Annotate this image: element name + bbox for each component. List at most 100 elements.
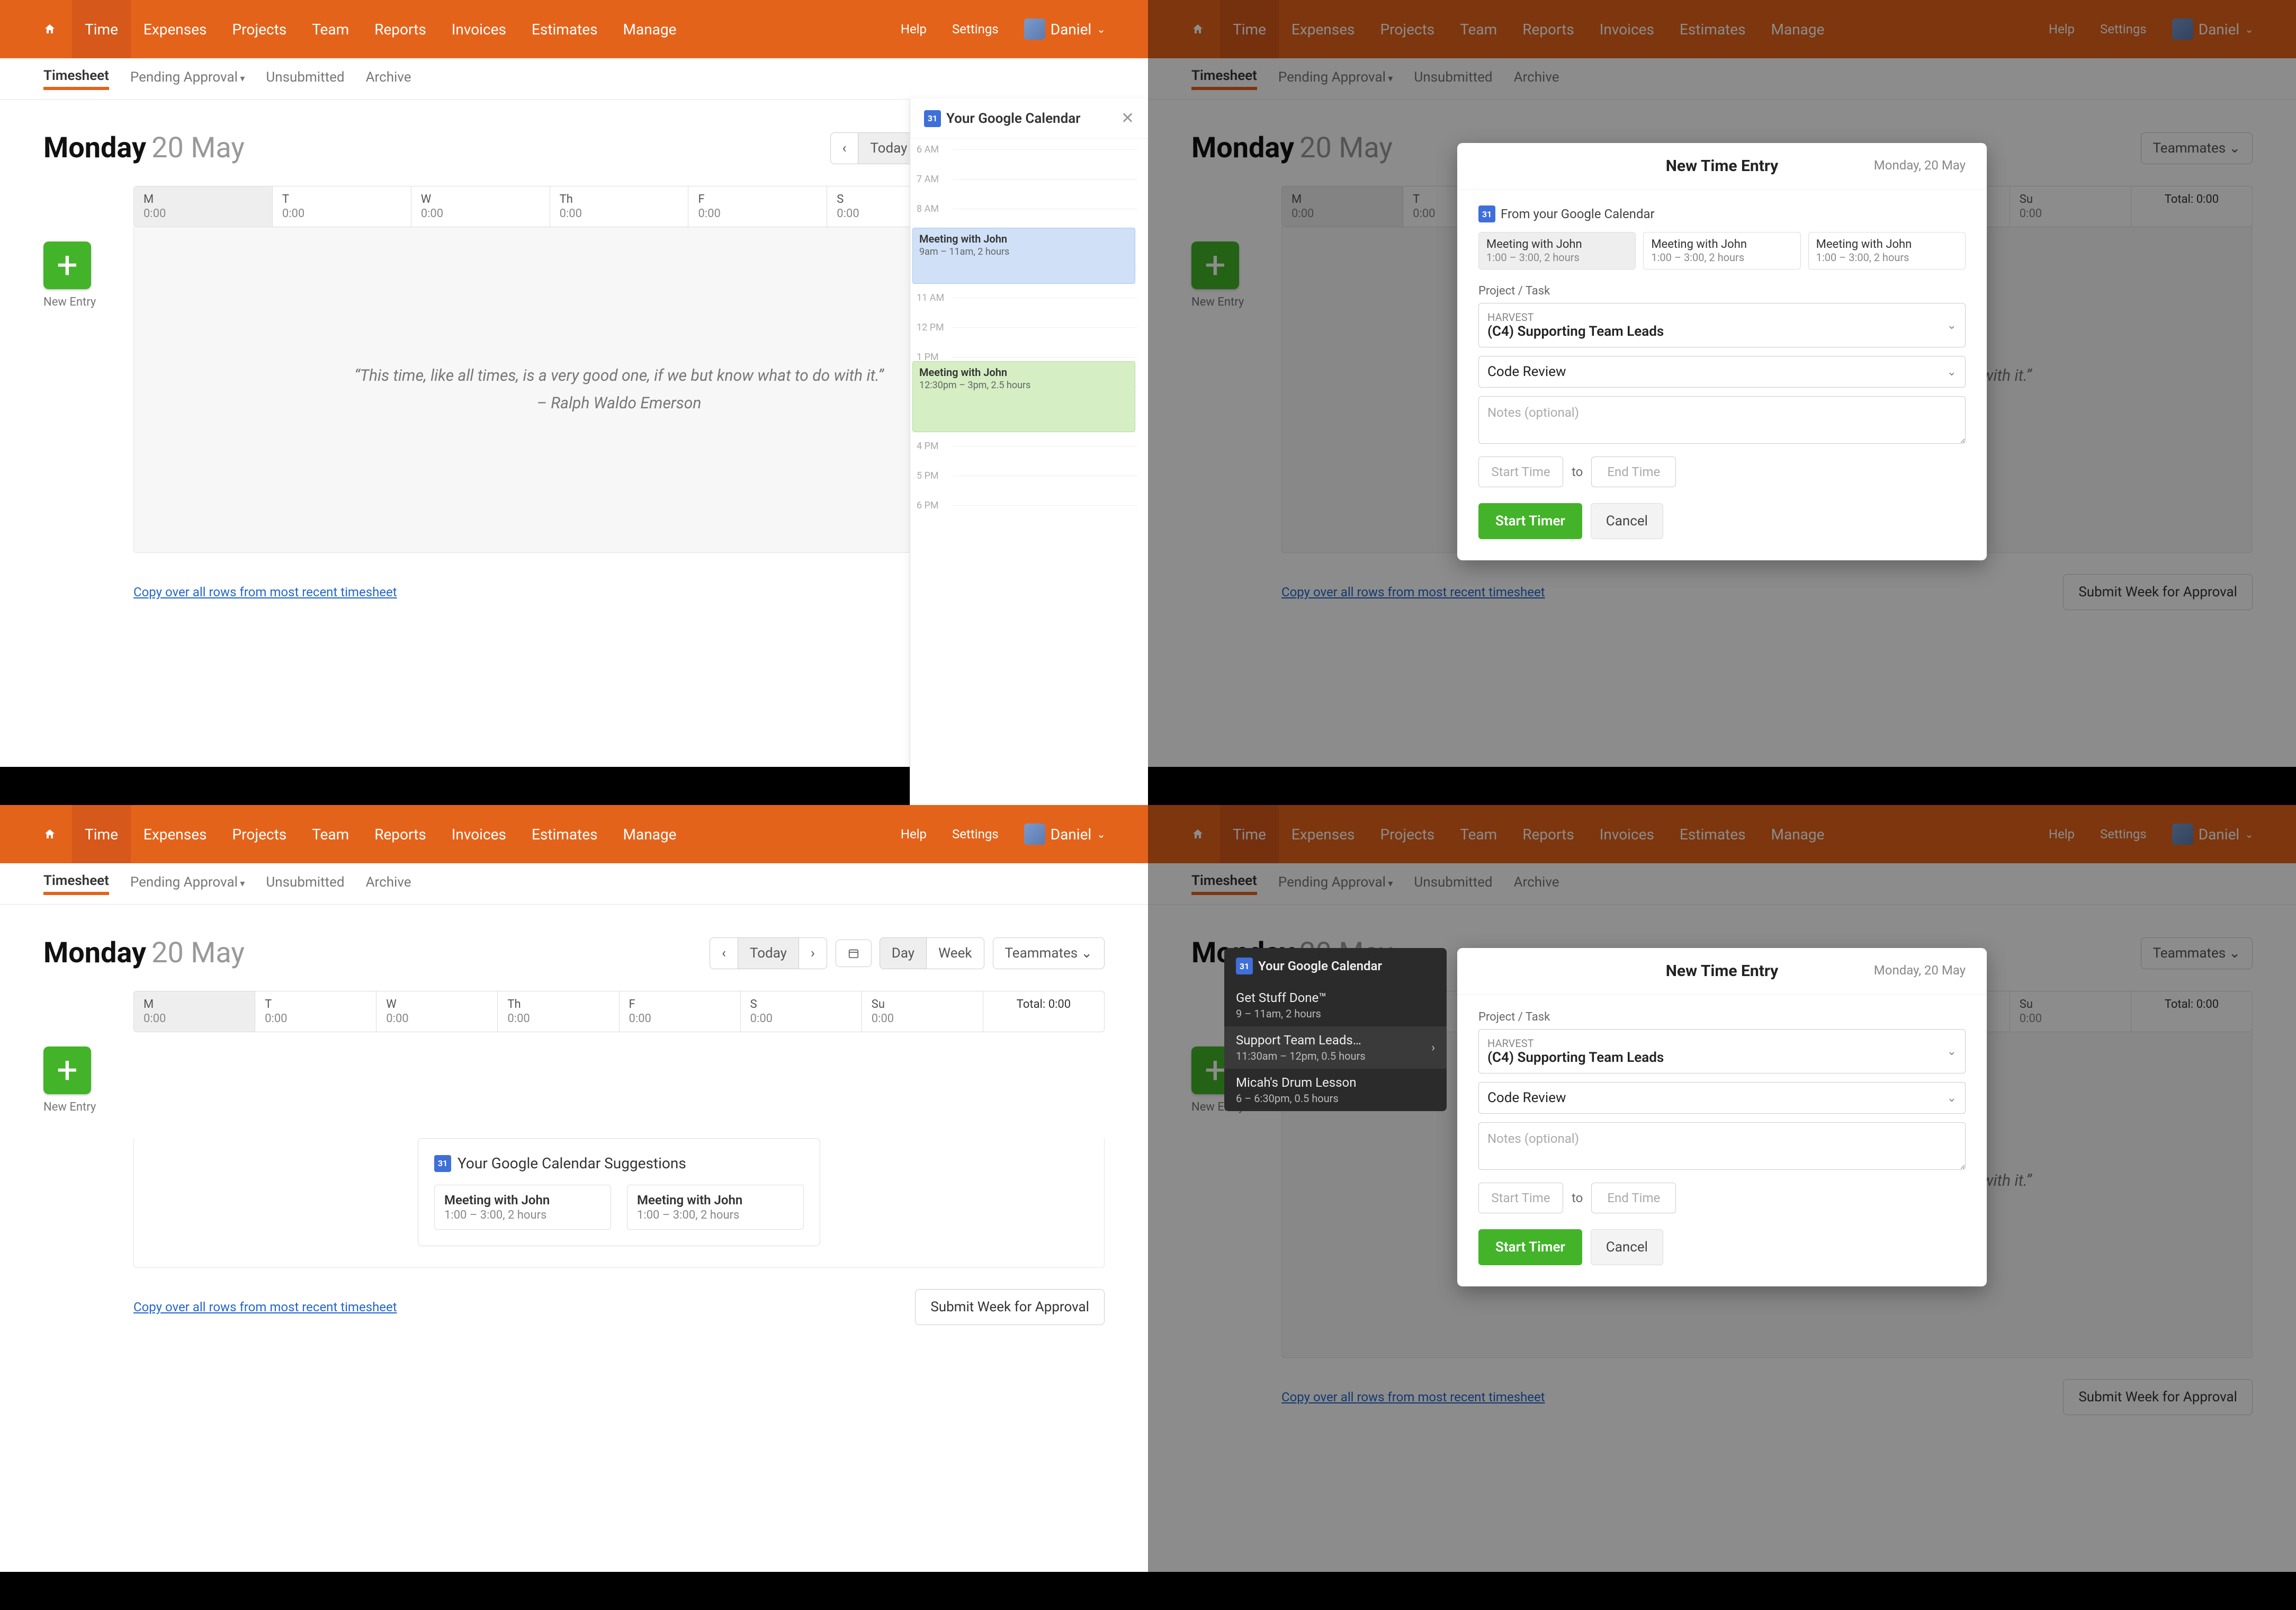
subnav-unsubmitted[interactable]: Unsubmitted <box>1414 874 1492 893</box>
week-cell-wed[interactable]: W0:00 <box>411 186 550 227</box>
nav-expenses[interactable]: Expenses <box>131 0 220 58</box>
nav-settings[interactable]: Settings <box>939 0 1011 58</box>
nav-estimates[interactable]: Estimates <box>519 805 611 863</box>
nav-help[interactable]: Help <box>888 805 939 863</box>
user-menu[interactable]: Daniel⌄ <box>2159 824 2254 845</box>
copy-rows-link[interactable]: Copy over all rows from most recent time… <box>133 1300 397 1314</box>
nav-time[interactable]: Time <box>1220 0 1279 58</box>
nav-estimates[interactable]: Estimates <box>1667 805 1759 863</box>
nav-expenses[interactable]: Expenses <box>131 805 220 863</box>
nav-time[interactable]: Time <box>1220 805 1279 863</box>
suggestion-item[interactable]: Meeting with John1:00 – 3:00, 2 hours <box>627 1185 804 1230</box>
subnav-unsubmitted[interactable]: Unsubmitted <box>266 69 344 88</box>
prev-day-button[interactable]: ‹ <box>830 132 859 164</box>
nav-invoices[interactable]: Invoices <box>1587 0 1667 58</box>
nav-manage[interactable]: Manage <box>611 0 689 58</box>
home-icon[interactable] <box>1190 827 1205 842</box>
week-cell[interactable]: M0:00 <box>134 991 255 1032</box>
user-menu[interactable]: Daniel ⌄ <box>1011 19 1106 40</box>
subnav-timesheet[interactable]: Timesheet <box>1191 873 1257 895</box>
notes-input[interactable] <box>1478 1122 1966 1170</box>
nav-estimates[interactable]: Estimates <box>519 0 611 58</box>
week-cell[interactable]: F0:00 <box>620 991 741 1032</box>
calendar-chip[interactable]: Meeting with John1:00 – 3:00, 2 hours <box>1478 232 1636 270</box>
nav-team[interactable]: Team <box>299 805 362 863</box>
notes-input[interactable] <box>1478 396 1966 444</box>
copy-rows-link[interactable]: Copy over all rows from most recent time… <box>133 585 397 600</box>
task-select[interactable]: Code Review⌄ <box>1478 1082 1966 1114</box>
week-cell[interactable]: Su0:00 <box>862 991 983 1032</box>
teammates-dropdown[interactable]: Teammates ⌄ <box>2141 937 2253 969</box>
subnav-archive[interactable]: Archive <box>366 874 411 893</box>
calendar-chip[interactable]: Meeting with John1:00 – 3:00, 2 hours <box>1808 232 1966 270</box>
nav-team[interactable]: Team <box>1447 805 1510 863</box>
prev-day-button[interactable]: ‹ <box>710 937 738 969</box>
subnav-timesheet[interactable]: Timesheet <box>43 68 109 90</box>
nav-manage[interactable]: Manage <box>611 805 689 863</box>
home-icon[interactable] <box>1190 22 1205 37</box>
next-day-button[interactable]: › <box>799 937 827 969</box>
copy-rows-link[interactable]: Copy over all rows from most recent time… <box>1281 585 1545 600</box>
nav-projects[interactable]: Projects <box>1368 805 1448 863</box>
copy-rows-link[interactable]: Copy over all rows from most recent time… <box>1281 1390 1545 1405</box>
view-week-button[interactable]: Week <box>926 937 984 969</box>
nav-invoices[interactable]: Invoices <box>439 0 519 58</box>
submit-week-button[interactable]: Submit Week for Approval <box>2063 1379 2253 1415</box>
nav-settings[interactable]: Settings <box>2087 0 2159 58</box>
submit-week-button[interactable]: Submit Week for Approval <box>915 1289 1105 1325</box>
start-time-input[interactable] <box>1478 457 1563 487</box>
popover-item[interactable]: Micah's Drum Lesson6 – 6:30pm, 0.5 hours <box>1224 1069 1447 1111</box>
week-cell[interactable]: W0:00 <box>376 991 498 1032</box>
subnav-pending[interactable]: Pending Approval <box>130 874 245 893</box>
nav-reports[interactable]: Reports <box>1510 0 1587 58</box>
week-cell-fri[interactable]: F0:00 <box>688 186 827 227</box>
nav-expenses[interactable]: Expenses <box>1279 0 1368 58</box>
week-cell[interactable]: Su0:00 <box>2010 186 2131 227</box>
teammates-dropdown[interactable]: Teammates ⌄ <box>993 937 1105 969</box>
nav-invoices[interactable]: Invoices <box>439 805 519 863</box>
popover-item[interactable]: Get Stuff Done™9 – 11am, 2 hours <box>1224 984 1447 1026</box>
new-entry-button[interactable]: + <box>43 1046 91 1094</box>
end-time-input[interactable] <box>1591 457 1676 487</box>
week-cell-thu[interactable]: Th0:00 <box>550 186 689 227</box>
user-menu[interactable]: Daniel⌄ <box>2159 19 2254 40</box>
week-cell[interactable]: T0:00 <box>255 991 376 1032</box>
new-entry-button[interactable]: + <box>43 241 91 289</box>
week-cell[interactable]: Su0:00 <box>2010 991 2131 1032</box>
nav-manage[interactable]: Manage <box>1759 805 1837 863</box>
subnav-timesheet[interactable]: Timesheet <box>43 873 109 895</box>
start-timer-button[interactable]: Start Timer <box>1478 503 1582 539</box>
calendar-event[interactable]: Meeting with John12:30pm – 3pm, 2.5 hour… <box>912 361 1135 432</box>
suggestion-item[interactable]: Meeting with John1:00 – 3:00, 2 hours <box>434 1185 611 1230</box>
nav-expenses[interactable]: Expenses <box>1279 805 1368 863</box>
end-time-input[interactable] <box>1591 1183 1676 1213</box>
subnav-unsubmitted[interactable]: Unsubmitted <box>266 874 344 893</box>
teammates-dropdown[interactable]: Teammates ⌄ <box>2141 132 2253 164</box>
subnav-unsubmitted[interactable]: Unsubmitted <box>1414 69 1492 88</box>
popover-item[interactable]: Support Team Leads…11:30am – 12pm, 0.5 h… <box>1224 1026 1447 1069</box>
week-cell[interactable]: S0:00 <box>741 991 862 1032</box>
nav-team[interactable]: Team <box>299 0 362 58</box>
nav-help[interactable]: Help <box>888 0 939 58</box>
nav-projects[interactable]: Projects <box>220 805 300 863</box>
project-select[interactable]: HARVEST(C4) Supporting Team Leads ⌄ <box>1478 303 1966 347</box>
subnav-timesheet[interactable]: Timesheet <box>1191 68 1257 90</box>
subnav-archive[interactable]: Archive <box>366 69 411 88</box>
nav-time[interactable]: Time <box>72 0 131 58</box>
nav-reports[interactable]: Reports <box>362 0 439 58</box>
week-cell-mon[interactable]: M0:00 <box>134 186 273 227</box>
project-select[interactable]: HARVEST(C4) Supporting Team Leads ⌄ <box>1478 1029 1966 1074</box>
week-cell[interactable]: M0:00 <box>1282 186 1403 227</box>
cancel-button[interactable]: Cancel <box>1591 1229 1663 1265</box>
today-button[interactable]: Today <box>738 937 799 969</box>
close-icon[interactable]: ✕ <box>1121 109 1134 128</box>
user-menu[interactable]: Daniel⌄ <box>1011 824 1106 845</box>
nav-help[interactable]: Help <box>2036 0 2087 58</box>
subnav-pending[interactable]: Pending Approval <box>130 69 245 88</box>
task-select[interactable]: Code Review⌄ <box>1478 356 1966 388</box>
week-cell[interactable]: Th0:00 <box>498 991 619 1032</box>
nav-estimates[interactable]: Estimates <box>1667 0 1759 58</box>
subnav-pending[interactable]: Pending Approval <box>1278 874 1393 893</box>
home-icon[interactable] <box>42 22 57 37</box>
start-time-input[interactable] <box>1478 1183 1563 1213</box>
